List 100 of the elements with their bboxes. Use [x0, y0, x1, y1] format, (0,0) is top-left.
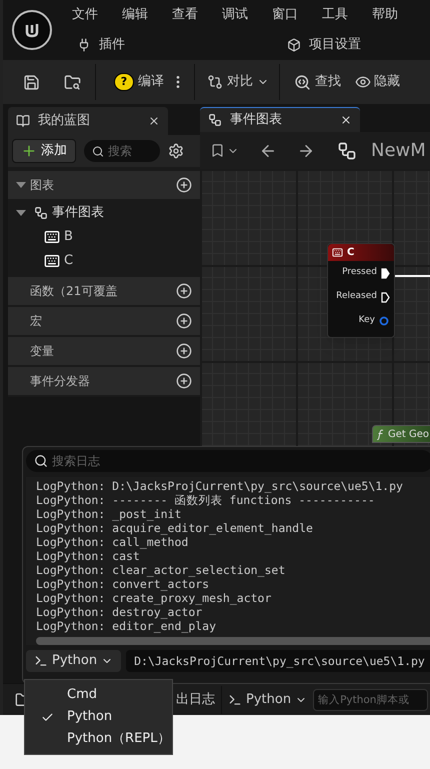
- terminal-icon: [228, 692, 242, 706]
- output-log-tab[interactable]: 出日志: [176, 690, 215, 710]
- exec-pin-icon[interactable]: [381, 292, 390, 302]
- pin-label: Pressed: [342, 266, 377, 280]
- find-button[interactable]: 查找: [315, 72, 341, 92]
- section-header[interactable]: 图表: [8, 171, 200, 199]
- terminal-icon: [34, 654, 48, 668]
- log-line: LogPython: -------- 函数列表 functions -----------: [36, 493, 376, 507]
- add-icon[interactable]: [176, 177, 192, 193]
- section-label: 函数（21可覆盖: [30, 283, 118, 300]
- command-type-button[interactable]: Python: [26, 650, 122, 672]
- search-field[interactable]: 搜索: [84, 140, 160, 162]
- find-icon: [294, 74, 311, 90]
- add-icon[interactable]: [176, 343, 192, 359]
- hide-button[interactable]: 隐藏: [374, 72, 400, 92]
- log-search-input[interactable]: 搜索日志: [52, 452, 425, 470]
- menu-option[interactable]: Python（REPL）: [25, 728, 172, 750]
- section-label: 事件分发器: [30, 373, 91, 390]
- graph-tab[interactable]: 事件图表: [200, 107, 360, 132]
- option-label: Python（REPL）: [67, 730, 170, 748]
- menu-option[interactable]: Python: [25, 706, 172, 728]
- command-field[interactable]: 输入Python脚本或: [313, 688, 428, 710]
- log-line: LogPython: acquire_editor_element_handle: [36, 521, 314, 535]
- pin-label: Released: [336, 290, 377, 304]
- compile-status-badge[interactable]: ?: [114, 73, 134, 91]
- section-label: 宏: [30, 313, 43, 330]
- browse-icon[interactable]: [64, 74, 81, 90]
- section-header[interactable]: 宏: [8, 307, 200, 335]
- search-input[interactable]: 搜索: [108, 142, 152, 160]
- function-icon: [377, 428, 384, 440]
- log-line: LogPython: editor_end_play: [36, 619, 218, 633]
- pin-label: Key: [358, 314, 375, 328]
- option-label: Cmd: [67, 686, 97, 704]
- bookmark-icon[interactable]: [210, 143, 225, 158]
- book-icon: [16, 114, 30, 128]
- search-icon: [34, 454, 48, 468]
- save-icon[interactable]: [23, 74, 40, 90]
- tab-label: 我的蓝图: [38, 112, 91, 130]
- graph-icon: [337, 140, 357, 160]
- cube-icon: [287, 38, 301, 52]
- hide-icon: [355, 74, 371, 90]
- close-icon[interactable]: [340, 114, 352, 126]
- plug-icon: [77, 38, 91, 52]
- exec-pin-icon[interactable]: [381, 268, 390, 278]
- log-line: LogPython: clear_actor_selection_set: [36, 563, 286, 577]
- section-header[interactable]: 函数（21可覆盖: [8, 277, 200, 305]
- tree-item[interactable]: 事件图表: [8, 201, 200, 225]
- log-line: LogPython: call_method: [36, 535, 190, 549]
- add-icon[interactable]: [176, 313, 192, 329]
- breadcrumb[interactable]: NewM: [371, 137, 426, 164]
- keyboard-icon: [332, 247, 343, 258]
- tree-label: C: [64, 252, 74, 270]
- tab-label: 事件图表: [230, 111, 283, 130]
- event-node[interactable]: C Pressed Released Key: [327, 243, 395, 338]
- option-label: Python: [67, 708, 112, 726]
- log-line: LogPython: convert_actors: [36, 577, 210, 591]
- log-line: LogPython: create_proxy_mesh_actor: [36, 591, 272, 605]
- search-icon: [92, 144, 104, 158]
- section-header[interactable]: 变量: [8, 337, 200, 365]
- function-node[interactable]: Get Geo: [372, 425, 430, 443]
- section-header[interactable]: 事件分发器: [8, 367, 200, 395]
- log-search-field[interactable]: 搜索日志: [26, 450, 430, 472]
- diff-icon: [207, 74, 223, 90]
- keyboard-icon: [44, 253, 60, 269]
- menu-item[interactable]: 查看: [172, 5, 198, 25]
- keyboard-icon: [44, 229, 60, 245]
- menu-item[interactable]: 工具: [322, 5, 348, 25]
- plus-icon: [21, 143, 37, 159]
- menu-item[interactable]: 文件: [72, 5, 98, 25]
- log-line: LogPython: destroy_actor: [36, 605, 204, 619]
- menu-item[interactable]: 调试: [222, 5, 248, 25]
- panel-tab[interactable]: 我的蓝图: [8, 107, 168, 135]
- command-type-button[interactable]: Python: [228, 690, 308, 710]
- log-line: LogPython: cast: [36, 549, 141, 563]
- node-title: C: [347, 246, 354, 260]
- add-icon[interactable]: [176, 283, 192, 299]
- log-line: LogPython: _post_init: [36, 507, 182, 521]
- command-field[interactable]: D:\JacksProjCurrent\py_src\source\ue5\1.py: [126, 650, 430, 672]
- add-button[interactable]: 添加: [12, 139, 76, 163]
- section-label: 变量: [30, 343, 55, 360]
- close-icon[interactable]: [148, 115, 160, 127]
- menu-item[interactable]: 插件: [77, 35, 287, 55]
- compile-button[interactable]: 编译: [138, 72, 164, 92]
- section-label: 图表: [30, 177, 55, 194]
- menu-item[interactable]: 编辑: [122, 5, 148, 25]
- menu-option[interactable]: Cmd: [25, 684, 172, 706]
- diff-button[interactable]: 对比: [227, 72, 269, 92]
- settings-icon[interactable]: [168, 143, 184, 159]
- menu-item[interactable]: 窗口: [272, 5, 298, 25]
- data-pin-icon[interactable]: [379, 316, 390, 326]
- menu-item[interactable]: 帮助: [372, 5, 398, 25]
- log-line: LogPython: D:\JacksProjCurrent\py_src\source\ue5\1.py: [36, 479, 404, 493]
- add-icon[interactable]: [176, 373, 192, 389]
- graph-icon: [34, 206, 48, 220]
- menu-item[interactable]: 项目设置: [287, 35, 361, 55]
- tree-item[interactable]: B: [8, 225, 200, 249]
- tree-label: 事件图表: [52, 204, 104, 222]
- logo-icon[interactable]: [12, 10, 52, 50]
- tree-item[interactable]: C: [8, 249, 200, 273]
- scrollbar[interactable]: [36, 637, 430, 645]
